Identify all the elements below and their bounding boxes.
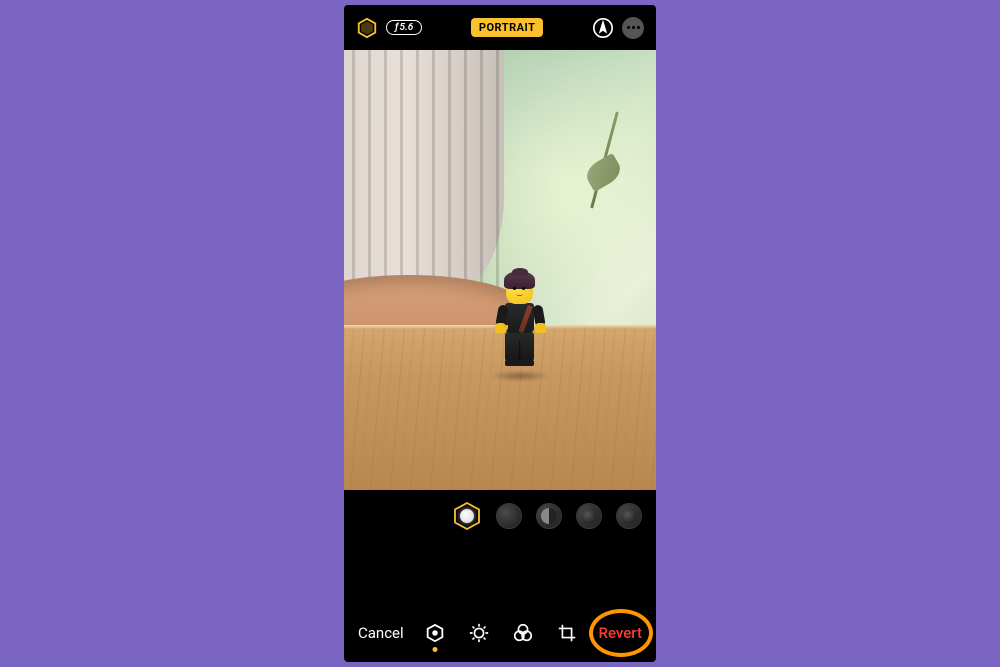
aperture-value: 5.6 <box>399 22 413 33</box>
photo-minifigure-subject <box>492 265 547 375</box>
ellipsis-icon <box>627 26 640 29</box>
editor-bottom-bar: Cancel Revert <box>344 604 656 662</box>
lighting-option-stage-mono[interactable] <box>616 503 642 529</box>
tab-portrait-lighting[interactable] <box>424 622 446 644</box>
markup-button[interactable] <box>592 17 614 39</box>
photo-planter-pot <box>344 50 504 310</box>
photo-preview[interactable] <box>344 50 656 490</box>
revert-button[interactable]: Revert <box>599 624 642 642</box>
editor-spacer <box>344 542 656 604</box>
lighting-option-studio[interactable] <box>496 503 522 529</box>
edit-tool-tabs <box>424 622 578 644</box>
photo-plant-leaf <box>566 110 626 230</box>
tab-filters[interactable] <box>512 622 534 644</box>
portrait-mode-badge[interactable]: PORTRAIT <box>471 18 544 37</box>
tab-adjust[interactable] <box>468 622 490 644</box>
editor-top-bar: ƒ 5.6 PORTRAIT <box>344 5 656 50</box>
portrait-lighting-selector <box>344 490 656 542</box>
aperture-button[interactable]: ƒ 5.6 <box>386 20 422 35</box>
lighting-option-stage[interactable] <box>576 503 602 529</box>
tab-crop[interactable] <box>556 622 578 644</box>
more-options-button[interactable] <box>622 17 644 39</box>
cancel-button[interactable]: Cancel <box>358 624 404 642</box>
portrait-lighting-icon[interactable] <box>356 17 378 39</box>
photo-editor-screen: ƒ 5.6 PORTRAIT <box>344 5 656 662</box>
aperture-symbol: ƒ <box>395 22 398 33</box>
lighting-option-natural[interactable] <box>452 501 482 531</box>
lighting-option-contour[interactable] <box>536 503 562 529</box>
